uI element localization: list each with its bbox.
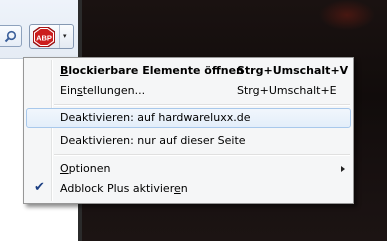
adblock-context-menu: Blockierbare Elemente öffnen Strg+Umscha… — [23, 57, 354, 204]
menu-item-open-blockable[interactable]: Blockierbare Elemente öffnen Strg+Umscha… — [26, 61, 351, 81]
menu-separator — [54, 154, 350, 156]
menu-item-shortcut: Strg+Umschalt+E — [237, 84, 337, 97]
submenu-arrow-icon — [341, 166, 345, 172]
abp-stop-sign-icon: ABP — [33, 27, 55, 47]
menu-item-label: Deaktivieren: auf hardwareluxx.de — [60, 111, 251, 124]
menu-item-shortcut: Strg+Umschalt+V — [237, 64, 349, 77]
menu-separator — [54, 104, 350, 106]
search-button[interactable] — [0, 25, 22, 47]
checkmark-icon: ✔ — [34, 180, 45, 195]
magnifier-icon — [4, 30, 17, 43]
chevron-down-icon: ▾ — [63, 32, 67, 40]
menu-item-label: Einstellungen... — [60, 84, 146, 97]
menu-item-settings[interactable]: Einstellungen... Strg+Umschalt+E — [26, 81, 351, 101]
menu-item-enable-adblock[interactable]: ✔ Adblock Plus aktivieren — [26, 179, 351, 199]
abp-label: ABP — [36, 33, 52, 42]
menu-item-label: Adblock Plus aktivieren — [60, 182, 188, 195]
menu-item-label: Optionen — [60, 162, 111, 175]
menu-item-label: Deaktivieren: nur auf dieser Seite — [60, 134, 246, 147]
menu-item-label: Blockierbare Elemente öffnen — [60, 64, 244, 77]
menu-item-options[interactable]: Optionen — [26, 159, 351, 179]
menu-item-disable-page[interactable]: Deaktivieren: nur auf dieser Seite — [26, 131, 351, 151]
menu-item-disable-site[interactable]: Deaktivieren: auf hardwareluxx.de — [26, 108, 351, 128]
abp-dropdown-button[interactable]: ▾ — [59, 25, 73, 48]
adblock-plus-button[interactable]: ABP ▾ — [29, 24, 74, 49]
